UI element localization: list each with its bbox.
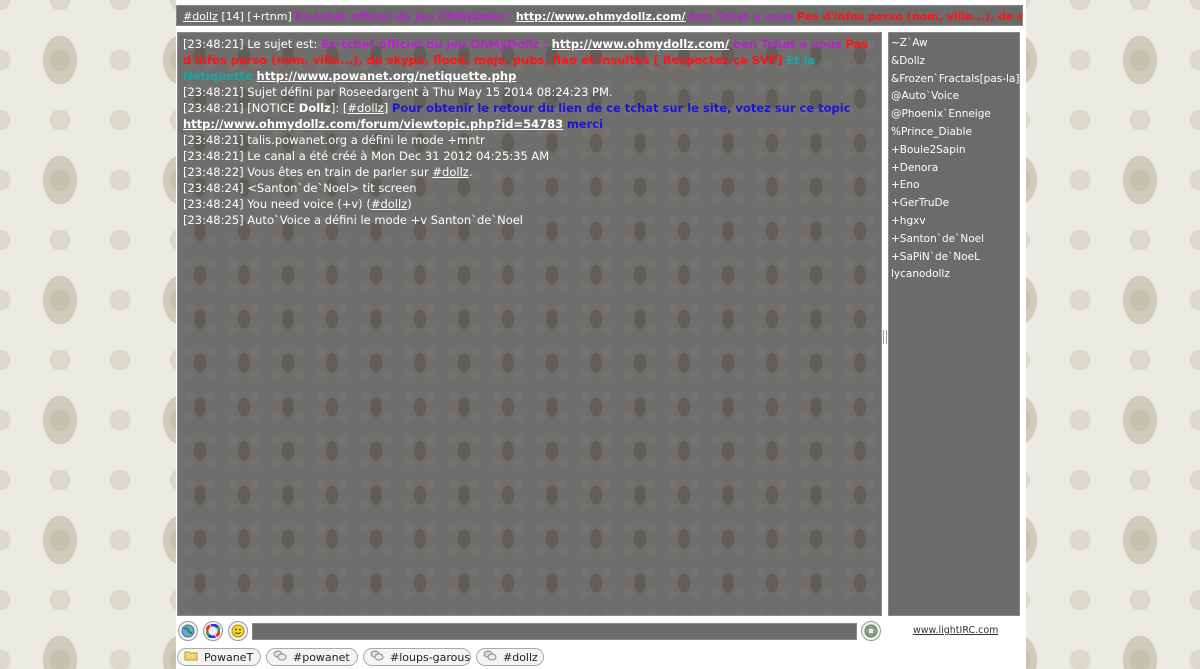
pane-splitter[interactable] bbox=[883, 330, 887, 344]
message-text: ]: [ bbox=[330, 101, 348, 115]
message-input[interactable] bbox=[252, 623, 857, 640]
message-text: Sujet défini par Roseedargent à Thu May … bbox=[247, 85, 613, 99]
topic-count: [14] bbox=[221, 10, 244, 23]
message-text: Vous êtes en train de parler sur bbox=[247, 165, 429, 179]
timestamp: [23:48:24] bbox=[183, 181, 244, 195]
message-text: ) bbox=[407, 197, 412, 211]
chat-log[interactable]: [23:48:21] Le sujet est: Ex-tchat offici… bbox=[177, 32, 882, 616]
message-text: <Santon`de`Noel> tit screen bbox=[247, 181, 417, 195]
user-item[interactable]: @Auto`Voice bbox=[891, 88, 1017, 106]
send-icon[interactable] bbox=[861, 621, 881, 641]
chat-bubbles-icon bbox=[483, 650, 497, 664]
chat-line: [23:48:21] talis.powanet.org a défini le… bbox=[183, 132, 876, 148]
color-wheel-icon[interactable] bbox=[203, 621, 223, 641]
user-item[interactable]: +GerTruDe bbox=[891, 195, 1017, 213]
tab-powanet[interactable]: #powanet bbox=[266, 648, 358, 666]
user-item[interactable]: +SaPiN`de`NoeL bbox=[891, 249, 1017, 267]
chat-line: [23:48:21] Le sujet est: Ex-tchat offici… bbox=[183, 36, 876, 84]
message-text: ] bbox=[383, 101, 389, 115]
user-item[interactable]: @Phoenix`Enneige bbox=[891, 106, 1017, 124]
user-item[interactable]: &Frozen`Fractals[pas-la] bbox=[891, 71, 1019, 89]
timestamp: [23:48:24] bbox=[183, 197, 244, 211]
lightirc-link[interactable]: www.lightIRC.com bbox=[913, 625, 998, 636]
timestamp: [23:48:25] bbox=[183, 213, 244, 227]
chat-bubbles-icon bbox=[370, 650, 384, 664]
tab-label: #loups-garous bbox=[390, 650, 471, 664]
user-item[interactable]: +hgxv bbox=[891, 213, 1017, 231]
user-item[interactable]: &Dollz bbox=[891, 53, 1017, 71]
user-item[interactable]: lycanodollz bbox=[891, 266, 1017, 284]
topic-text: Ex-tchat officiel du jeu OhMyDollz : bbox=[295, 10, 513, 23]
topic-text: bon Tchat a vous bbox=[732, 37, 842, 51]
chat-line: [23:48:24] <Santon`de`Noel> tit screen bbox=[183, 180, 876, 196]
nick[interactable]: Dollz bbox=[299, 101, 331, 115]
topic-channel[interactable]: #dollz bbox=[183, 10, 218, 23]
notice-text: merci bbox=[566, 117, 604, 131]
chat-line: [23:48:21] Sujet défini par Roseedargent… bbox=[183, 84, 876, 100]
message-text: Le canal a été créé à Mon Dec 31 2012 04… bbox=[247, 149, 550, 163]
timestamp: [23:48:21] bbox=[183, 133, 244, 147]
topic-link[interactable]: http://www.ohmydollz.com/ bbox=[516, 10, 686, 23]
user-item[interactable]: +Boule2Sapin bbox=[891, 142, 1017, 160]
topic-text-2: bon Tchat a vous bbox=[689, 10, 794, 23]
tab-label: #dollz bbox=[503, 650, 538, 664]
message-text: Le sujet est: bbox=[247, 37, 318, 51]
tab-label: PowaneT bbox=[204, 650, 254, 664]
chat-line: [23:48:25] Auto`Voice a défini le mode +… bbox=[183, 212, 876, 228]
chat-bubbles-icon bbox=[273, 650, 287, 664]
message-text: You need voice (+v) ( bbox=[247, 197, 371, 211]
topic-modes: [+rtnm] bbox=[247, 10, 292, 23]
message-text: talis.powanet.org a défini le mode +mntr bbox=[247, 133, 485, 147]
tab-dollz[interactable]: #dollz bbox=[476, 648, 544, 666]
user-item[interactable]: ~Z`Aw bbox=[891, 35, 1017, 53]
input-row: www.lightIRC.com bbox=[177, 621, 1025, 645]
notice-text: Pour obtenir le retour du lien de ce tch… bbox=[391, 101, 851, 115]
timestamp: [23:48:21] bbox=[183, 85, 244, 99]
topic-text: Ex-tchat officiel du jeu OhMyDollz : bbox=[321, 37, 548, 51]
chat-link[interactable]: http://www.ohmydollz.com/ bbox=[552, 37, 729, 51]
channel-link[interactable]: #dollz bbox=[371, 197, 407, 211]
topic-bar: #dollz [14] [+rtnm] Ex-tchat officiel du… bbox=[176, 5, 1023, 26]
tab-loups-garous[interactable]: #loups-garous bbox=[363, 648, 471, 666]
user-item[interactable]: +Denora bbox=[891, 160, 1017, 178]
globe-icon[interactable] bbox=[178, 621, 198, 641]
smiley-icon[interactable] bbox=[228, 621, 248, 641]
chat-line: [23:48:22] Vous êtes en train de parler … bbox=[183, 164, 876, 180]
timestamp: [23:48:22] bbox=[183, 165, 244, 179]
folder-icon bbox=[184, 650, 198, 664]
user-item[interactable]: +Santon`de`Noel bbox=[891, 231, 1017, 249]
timestamp: [23:48:21] bbox=[183, 37, 244, 51]
tab-powanet-server[interactable]: PowaneT bbox=[177, 648, 261, 666]
notice-label: [NOTICE bbox=[247, 101, 296, 115]
message-text: Auto`Voice a défini le mode +v Santon`de… bbox=[247, 213, 523, 227]
chat-link[interactable]: http://www.powanet.org/netiquette.php bbox=[257, 69, 517, 83]
chat-line: [23:48:21] Le canal a été créé à Mon Dec… bbox=[183, 148, 876, 164]
timestamp: [23:48:21] bbox=[183, 149, 244, 163]
channel-link[interactable]: #dollz bbox=[347, 101, 383, 115]
topic-rules: Pas d'infos perso (nom, ville...), de sk… bbox=[796, 10, 1022, 23]
tab-label: #powanet bbox=[293, 650, 350, 664]
timestamp: [23:48:21] bbox=[183, 101, 244, 115]
message-text: . bbox=[468, 165, 473, 179]
user-item[interactable]: %Prince_Diable bbox=[891, 124, 1017, 142]
chat-link[interactable]: http://www.ohmydollz.com/forum/viewtopic… bbox=[183, 117, 563, 131]
user-list: ~Z`Aw &Dollz &Frozen`Fractals[pas-la] @A… bbox=[888, 32, 1020, 616]
user-item[interactable]: +Eno bbox=[891, 177, 1017, 195]
channel-link[interactable]: #dollz bbox=[432, 165, 468, 179]
chat-line: [23:48:21] [NOTICE Dollz]: [#dollz] Pour… bbox=[183, 100, 876, 132]
chat-line: [23:48:24] You need voice (+v) (#dollz) bbox=[183, 196, 876, 212]
